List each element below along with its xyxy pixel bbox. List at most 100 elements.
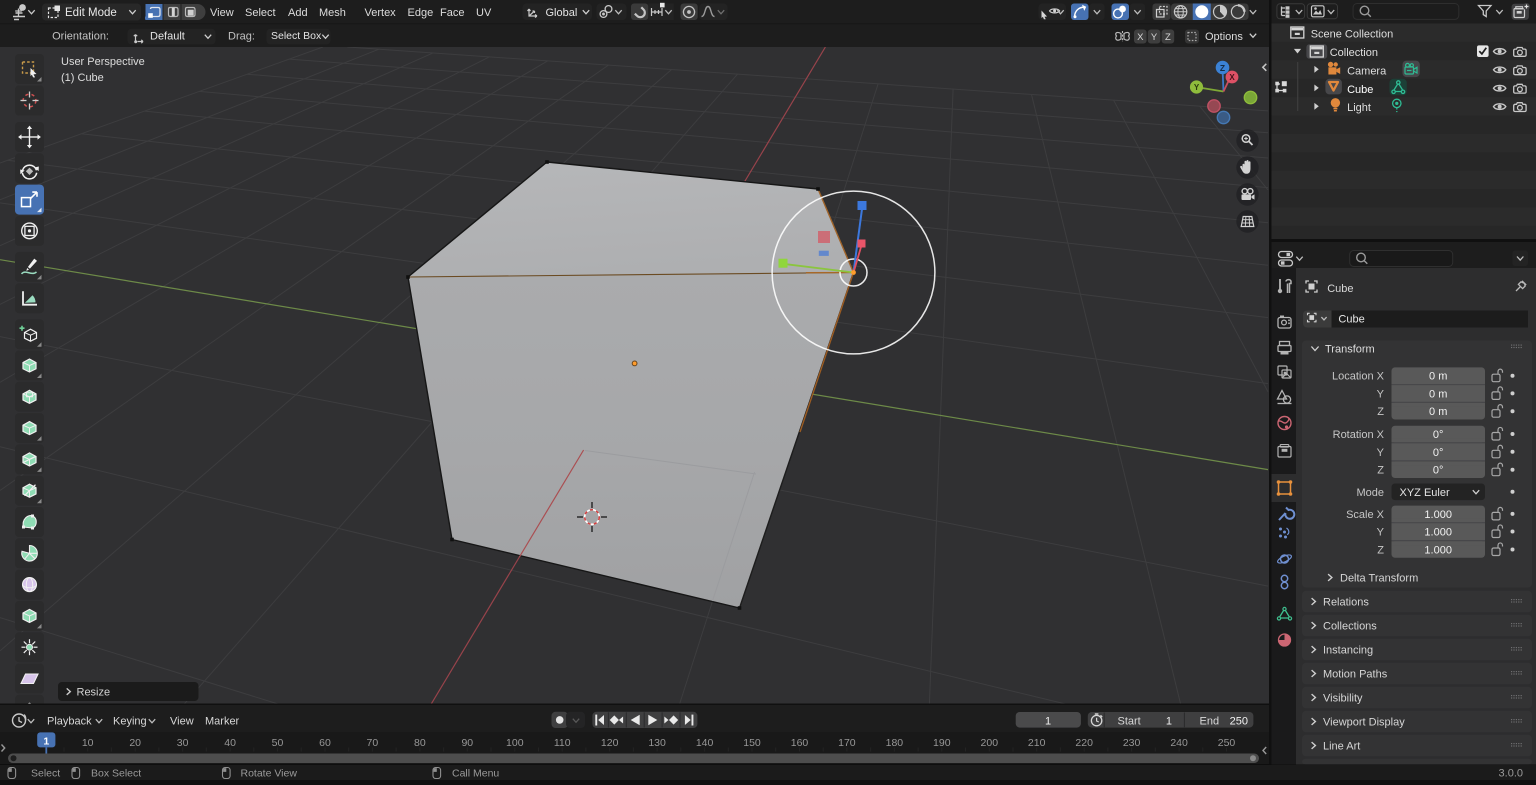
svg-text:Mode: Mode [1356, 487, 1384, 499]
svg-text:Cube: Cube [1347, 84, 1373, 96]
svg-text:1: 1 [1045, 715, 1051, 727]
svg-text:Drag:: Drag: [228, 31, 255, 43]
svg-text:Select: Select [245, 7, 276, 19]
svg-text:Transform: Transform [1325, 344, 1375, 356]
svg-text:250: 250 [1218, 737, 1236, 749]
svg-text:Cube: Cube [1327, 283, 1353, 295]
svg-text:Viewport Display: Viewport Display [1323, 717, 1405, 729]
svg-text:40: 40 [224, 737, 236, 749]
svg-text:0°: 0° [1433, 465, 1444, 477]
svg-text:XYZ Euler: XYZ Euler [1400, 487, 1450, 499]
svg-text:0 m: 0 m [1429, 388, 1447, 400]
svg-text:Z: Z [1377, 465, 1384, 477]
svg-text:Delta Transform: Delta Transform [1340, 573, 1418, 585]
svg-text:100: 100 [506, 737, 524, 749]
svg-text:30: 30 [177, 737, 189, 749]
svg-text:Y: Y [1194, 83, 1200, 92]
svg-text:60: 60 [319, 737, 331, 749]
svg-text:X: X [1229, 73, 1235, 82]
svg-text:Relations: Relations [1323, 597, 1369, 609]
svg-text:Orientation:: Orientation: [52, 31, 109, 43]
svg-text:Edit Mode: Edit Mode [65, 7, 117, 19]
svg-text:X: X [1137, 32, 1144, 43]
svg-text:Y: Y [1377, 447, 1385, 459]
svg-text:Playback: Playback [47, 716, 92, 728]
svg-text:Visibility: Visibility [1323, 693, 1363, 705]
svg-text:Edge: Edge [408, 7, 434, 19]
svg-text:150: 150 [743, 737, 761, 749]
svg-text:130: 130 [648, 737, 666, 749]
svg-text:230: 230 [1123, 737, 1141, 749]
svg-text:Add: Add [288, 7, 308, 19]
svg-text:Resize: Resize [77, 686, 111, 698]
svg-text:1.000: 1.000 [1424, 509, 1452, 521]
svg-text:Vertex: Vertex [365, 7, 397, 19]
svg-text:Y: Y [1377, 388, 1385, 400]
svg-text:1: 1 [1166, 715, 1172, 727]
svg-text:Instancing: Instancing [1323, 645, 1373, 657]
svg-text:1: 1 [43, 735, 49, 747]
svg-text:Options: Options [1205, 31, 1243, 43]
svg-text:Z: Z [1220, 63, 1225, 73]
svg-text:0°: 0° [1433, 447, 1444, 459]
svg-text:Rotate View: Rotate View [241, 768, 298, 780]
svg-text:90: 90 [461, 737, 473, 749]
svg-text:User Perspective: User Perspective [61, 56, 145, 68]
svg-text:50: 50 [272, 737, 284, 749]
svg-text:190: 190 [933, 737, 951, 749]
svg-text:80: 80 [414, 737, 426, 749]
svg-text:Call Menu: Call Menu [452, 768, 499, 780]
svg-text:Start: Start [1118, 715, 1141, 727]
svg-text:End: End [1200, 715, 1220, 727]
svg-text:1.000: 1.000 [1424, 527, 1452, 539]
svg-text:Face: Face [440, 7, 464, 19]
svg-text:Mesh: Mesh [319, 7, 346, 19]
svg-text:UV: UV [476, 7, 492, 19]
svg-text:0 m: 0 m [1429, 371, 1447, 383]
svg-text:250: 250 [1230, 715, 1248, 727]
svg-text:Z: Z [1377, 406, 1384, 418]
svg-text:10: 10 [82, 737, 94, 749]
svg-text:0°: 0° [1433, 429, 1444, 441]
svg-text:20: 20 [129, 737, 141, 749]
svg-text:Scene Collection: Scene Collection [1311, 29, 1394, 41]
svg-text:Cube: Cube [1338, 314, 1364, 326]
svg-text:Default: Default [150, 31, 185, 43]
svg-text:Z: Z [1165, 32, 1171, 43]
svg-text:170: 170 [838, 737, 856, 749]
svg-text:Light: Light [1347, 102, 1371, 114]
svg-text:210: 210 [1028, 737, 1046, 749]
svg-text:View: View [170, 716, 194, 728]
svg-text:160: 160 [791, 737, 809, 749]
svg-text:Select: Select [31, 768, 60, 780]
svg-text:Collection: Collection [1330, 47, 1378, 59]
svg-text:Z: Z [1377, 545, 1384, 557]
svg-text:Collections: Collections [1323, 621, 1377, 633]
svg-text:220: 220 [1075, 737, 1093, 749]
svg-text:Marker: Marker [205, 716, 240, 728]
svg-text:3.0.0: 3.0.0 [1499, 768, 1523, 780]
svg-text:1.000: 1.000 [1424, 545, 1452, 557]
svg-text:140: 140 [696, 737, 714, 749]
svg-text:70: 70 [367, 737, 379, 749]
svg-text:Scale X: Scale X [1346, 509, 1385, 521]
svg-text:Y: Y [1377, 527, 1385, 539]
svg-text:Global: Global [546, 7, 578, 19]
svg-text:Keying: Keying [113, 716, 147, 728]
svg-text:120: 120 [601, 737, 619, 749]
svg-text:240: 240 [1170, 737, 1188, 749]
svg-text:Motion Paths: Motion Paths [1323, 669, 1388, 681]
svg-text:View: View [210, 7, 234, 19]
svg-text:Camera: Camera [1347, 66, 1387, 78]
svg-text:180: 180 [886, 737, 904, 749]
svg-text:110: 110 [554, 737, 571, 749]
svg-text:Select Box: Select Box [271, 30, 322, 42]
svg-text:Location X: Location X [1332, 371, 1385, 383]
svg-text:Rotation X: Rotation X [1333, 429, 1385, 441]
svg-text:Line Art: Line Art [1323, 741, 1360, 753]
svg-text:0 m: 0 m [1429, 406, 1447, 418]
svg-text:200: 200 [981, 737, 999, 749]
svg-text:Box Select: Box Select [91, 768, 141, 780]
svg-text:(1) Cube: (1) Cube [61, 72, 104, 84]
svg-text:Y: Y [1151, 32, 1158, 43]
